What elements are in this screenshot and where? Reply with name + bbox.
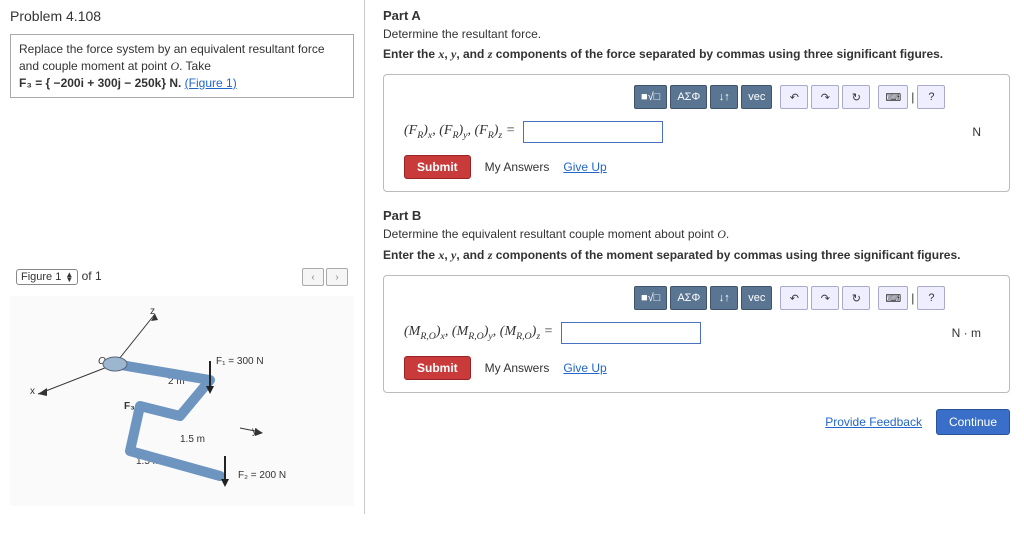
figure-prev-button[interactable]: ‹ [302,268,324,286]
figure-image: z x y O F₁ = 300 N F₂ = 200 N F₃ 2 m 1.5… [10,296,354,506]
part-b-eq-label: (MR,O)x, (MR,O)y, (MR,O)z = [404,324,553,342]
part-a-unit: N [972,125,981,139]
part-a-eq-label: (FR)x, (FR)y, (FR)z = [404,123,515,141]
problem-number: Problem 4.108 [10,8,354,24]
figure-selector-label: Figure 1 [21,271,61,283]
prompt-pre: Enter the [383,47,438,61]
part-a-answer-box: ■√□ ΑΣΦ ↓↑ vec ↶ ↷ ↻ ⌨ | ? (FR)x, (FR)y,… [383,74,1010,192]
part-a-heading: Part A [383,8,1010,23]
take-text: . Take [179,59,211,73]
figure-link[interactable]: (Figure 1) [185,76,237,90]
greek-button-b[interactable]: ΑΣΦ [670,286,707,310]
keyboard-button-b[interactable]: ⌨ [878,286,908,310]
part-a-submit-button[interactable]: Submit [404,155,471,179]
prompt-m1: , [444,47,451,61]
redo-button-b[interactable]: ↷ [811,286,839,310]
reset-button[interactable]: ↻ [842,85,870,109]
part-b-heading: Part B [383,208,1010,223]
part-a-prompt: Enter the x, y, and z components of the … [383,47,1010,62]
templates-button[interactable]: ■√□ [634,85,667,109]
dropdown-arrows-icon: ▲▼ [65,272,73,283]
continue-button[interactable]: Continue [936,409,1010,435]
prompt-m2: , and [456,47,487,61]
part-a-answer-input[interactable] [523,121,663,143]
part-b-toolbar: ■√□ ΑΣΦ ↓↑ vec ↶ ↷ ↻ ⌨ | ? [634,286,997,310]
templates-button-b[interactable]: ■√□ [634,286,667,310]
redo-button[interactable]: ↷ [811,85,839,109]
part-b-answer-input[interactable] [561,322,701,344]
figure-selector[interactable]: Figure 1 ▲▼ [16,269,78,285]
part-a-my-answers[interactable]: My Answers [485,160,550,174]
help-button-b[interactable]: ? [917,286,945,310]
point-o: O [170,59,179,73]
prompt-pre-b: Enter the [383,248,438,262]
figure-of-text: of 1 [82,269,102,283]
part-b-give-up[interactable]: Give Up [563,361,606,375]
keyboard-button[interactable]: ⌨ [878,85,908,109]
part-b-answer-box: ■√□ ΑΣΦ ↓↑ vec ↶ ↷ ↻ ⌨ | ? (MR,O)x, (MR,… [383,275,1010,393]
provide-feedback-link[interactable]: Provide Feedback [825,415,922,429]
part-a-give-up[interactable]: Give Up [563,160,606,174]
vec-button[interactable]: vec [741,85,772,109]
part-b-subtitle: Determine the equivalent resultant coupl… [383,227,1010,242]
reset-button-b[interactable]: ↻ [842,286,870,310]
part-a-subtitle: Determine the resultant force. [383,27,1010,41]
part-a-toolbar: ■√□ ΑΣΦ ↓↑ vec ↶ ↷ ↻ ⌨ | ? [634,85,997,109]
greek-button[interactable]: ΑΣΦ [670,85,707,109]
undo-button-b[interactable]: ↶ [780,286,808,310]
prompt-post: components of the force separated by com… [492,47,943,61]
subsup-button-b[interactable]: ↓↑ [710,286,738,310]
help-button[interactable]: ? [917,85,945,109]
part-b-unit: N · m [952,326,981,340]
toolbar-sep-text: | [911,90,914,104]
toolbar-sep-text-b: | [911,291,914,305]
part-b-submit-button[interactable]: Submit [404,356,471,380]
prompt-m1-b: , [444,248,451,262]
vec-button-b[interactable]: vec [741,286,772,310]
part-b-prompt: Enter the x, y, and z components of the … [383,248,1010,263]
figure-next-button[interactable]: › [326,268,348,286]
prompt-m2-b: , and [456,248,487,262]
problem-statement: Replace the force system by an equivalen… [10,34,354,98]
undo-button[interactable]: ↶ [780,85,808,109]
part-b-my-answers[interactable]: My Answers [485,361,550,375]
f3-equation: F₃ = { −200i + 300j − 250k} N. [19,76,185,90]
prompt-post-b: components of the moment separated by co… [492,248,960,262]
subsup-button[interactable]: ↓↑ [710,85,738,109]
